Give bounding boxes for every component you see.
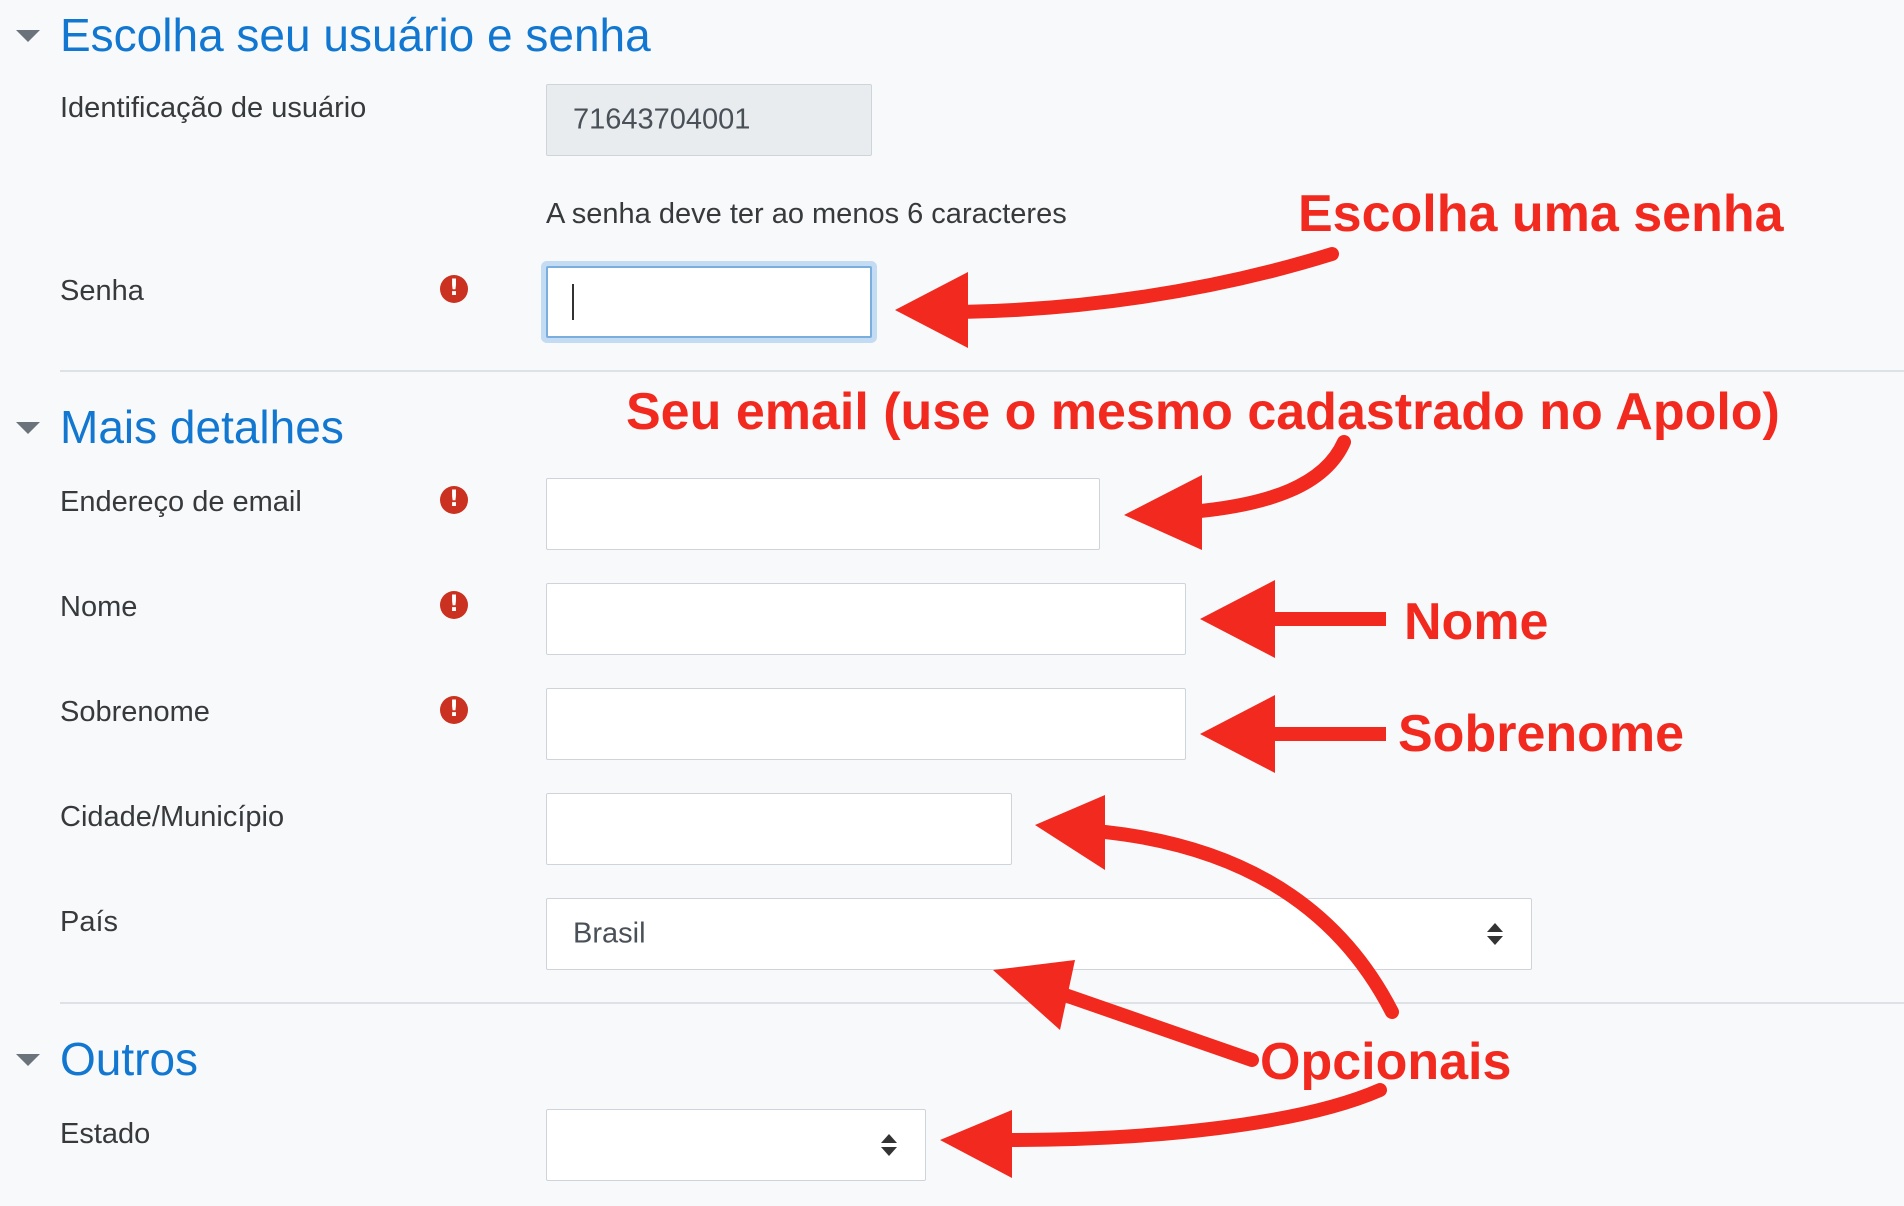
arrow-email xyxy=(1183,435,1351,519)
annotation-lastname: Sobrenome xyxy=(1398,705,1685,763)
arrowhead-email xyxy=(1124,475,1202,550)
arrow-optional-city xyxy=(1098,825,1399,1019)
arrow-optional-country xyxy=(1058,988,1259,1067)
arrowhead-optional-state xyxy=(940,1110,1012,1178)
arrowhead-lastname xyxy=(1200,695,1275,773)
annotation-arrows xyxy=(895,247,1399,1178)
arrowhead-firstname xyxy=(1200,580,1275,658)
annotation-optional: Opcionais xyxy=(1260,1033,1512,1091)
arrow-password xyxy=(953,247,1339,319)
arrowhead-password xyxy=(895,272,968,348)
arrowhead-optional-country xyxy=(993,960,1075,1030)
arrow-optional-state xyxy=(1003,1083,1387,1147)
annotation-firstname: Nome xyxy=(1404,593,1549,651)
annotation-password: Escolha uma senha xyxy=(1298,185,1784,243)
annotation-email: Seu email (use o mesmo cadastrado no Apo… xyxy=(626,383,1780,441)
arrowhead-optional-city xyxy=(1035,795,1105,870)
